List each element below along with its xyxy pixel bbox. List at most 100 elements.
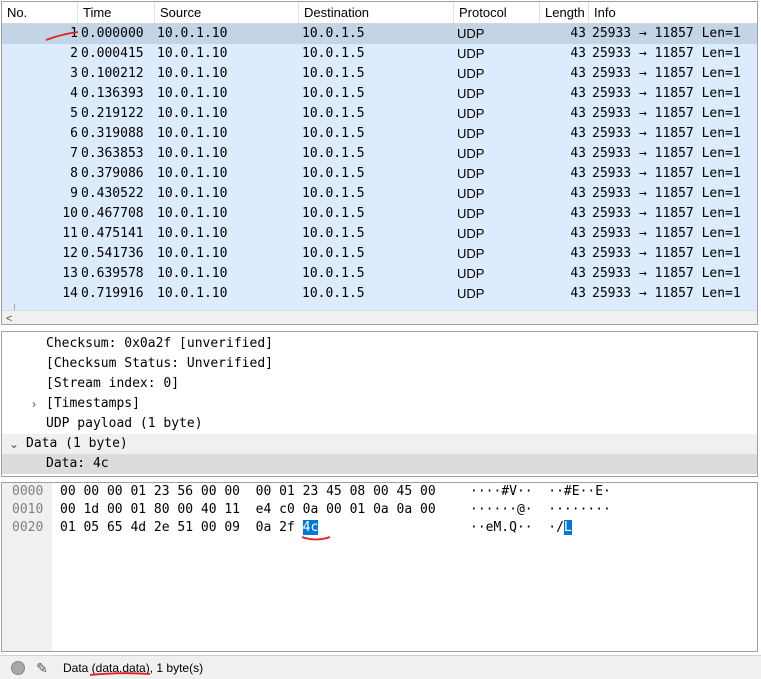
cell-destination: 10.0.1.5	[302, 86, 365, 101]
cell-info: 25933 → 11857 Len=1	[592, 166, 741, 181]
cell-length: 43	[570, 246, 586, 261]
cell-source: 10.0.1.10	[157, 46, 228, 61]
cell-time: 0.000000	[81, 26, 144, 41]
cell-length: 43	[570, 186, 586, 201]
cell-time: 0.379086	[81, 166, 144, 181]
packet-bytes-pane[interactable]: 0000 00 00 00 01 23 56 00 00 00 01 23 45…	[1, 482, 758, 652]
cell-source: 10.0.1.10	[157, 126, 228, 141]
table-row[interactable]: 14 0.719916 10.0.1.10 10.0.1.5 UDP 43 25933 → …	[2, 284, 757, 304]
cell-length: 43	[570, 286, 586, 301]
cell-time: 0.719916	[81, 286, 144, 301]
byte-offset: 0020	[12, 520, 44, 535]
packet-list-header: No. Time Source Destination Protocol Len…	[2, 2, 757, 24]
cell-protocol: UDP	[457, 86, 485, 101]
hex-bytes[interactable]: 00 00 00 01 23 56 00 00 00 01 23 45 08 0…	[60, 483, 436, 501]
column-header-length[interactable]: Length	[540, 2, 589, 24]
scroll-left-icon[interactable]: <	[6, 311, 12, 324]
cell-source: 10.0.1.10	[157, 106, 228, 121]
detail-checksum-text: Checksum: 0x0a2f [unverified]	[46, 336, 273, 351]
cell-source: 10.0.1.10	[157, 266, 228, 281]
cell-no: 2	[70, 46, 78, 61]
detail-udp-payload[interactable]: UDP payload (1 byte)	[2, 414, 757, 434]
packet-list-pane[interactable]: No. Time Source Destination Protocol Len…	[1, 1, 758, 325]
annotation-underline-row1	[45, 31, 79, 41]
table-row[interactable]: 11 0.475141 10.0.1.10 10.0.1.5 UDP 43 25933 → …	[2, 224, 757, 244]
ascii-byte-highlighted[interactable]: L	[563, 520, 572, 535]
cell-protocol: UDP	[457, 46, 485, 61]
ascii-bytes[interactable]: ····#V·· ··#E··E·	[470, 483, 611, 501]
hex-bytes[interactable]: 01 05 65 4d 2e 51 00 09 0a 2f 4c	[60, 519, 319, 537]
cell-no: 8	[70, 166, 78, 181]
bytes-row-0010: 0010 00 1d 00 01 80 00 40 11 e4 c0 0a 00…	[2, 501, 757, 519]
chevron-down-icon[interactable]: ⌄	[8, 434, 20, 454]
cell-time: 0.541736	[81, 246, 144, 261]
table-row[interactable]: 3 0.100212 10.0.1.10 10.0.1.5 UDP 43 25933 → 1…	[2, 64, 757, 84]
cell-no: 6	[70, 126, 78, 141]
cell-protocol: UDP	[457, 206, 485, 221]
table-row[interactable]: 5 0.219122 10.0.1.10 10.0.1.5 UDP 43 25933 → 1…	[2, 104, 757, 124]
cell-length: 43	[570, 46, 586, 61]
cell-time: 0.363853	[81, 146, 144, 161]
cell-no: 5	[70, 106, 78, 121]
detail-checksum[interactable]: Checksum: 0x0a2f [unverified]	[2, 334, 757, 354]
horizontal-scrollbar[interactable]: <	[2, 310, 757, 324]
cell-source: 10.0.1.10	[157, 226, 228, 241]
column-header-source[interactable]: Source	[155, 2, 299, 24]
cell-no: 14	[62, 286, 78, 301]
cell-info: 25933 → 11857 Len=1	[592, 86, 741, 101]
cell-length: 43	[570, 146, 586, 161]
cell-protocol: UDP	[457, 146, 485, 161]
cell-destination: 10.0.1.5	[302, 286, 365, 301]
table-row[interactable]: 4 0.136393 10.0.1.10 10.0.1.5 UDP 43 25933 → 1…	[2, 84, 757, 104]
hex-bytes[interactable]: 00 1d 00 01 80 00 40 11 e4 c0 0a 00 01 0…	[60, 501, 436, 519]
cell-time: 0.100212	[81, 66, 144, 81]
detail-timestamps[interactable]: › [Timestamps]	[2, 394, 757, 414]
cell-info: 25933 → 11857 Len=1	[592, 286, 741, 301]
cell-destination: 10.0.1.5	[302, 26, 365, 41]
table-row[interactable]: 12 0.541736 10.0.1.10 10.0.1.5 UDP 43 25933 → …	[2, 244, 757, 264]
cell-destination: 10.0.1.5	[302, 186, 365, 201]
column-header-destination[interactable]: Destination	[299, 2, 454, 24]
cell-no: 4	[70, 86, 78, 101]
cell-no: 10	[62, 206, 78, 221]
cell-time: 0.475141	[81, 226, 144, 241]
table-row[interactable]: 13 0.639578 10.0.1.10 10.0.1.5 UDP 43 25933 → …	[2, 264, 757, 284]
column-header-protocol[interactable]: Protocol	[454, 2, 540, 24]
cell-destination: 10.0.1.5	[302, 66, 365, 81]
cell-info: 25933 → 11857 Len=1	[592, 246, 741, 261]
detail-checksum-status[interactable]: [Checksum Status: Unverified]	[2, 354, 757, 374]
detail-data-header[interactable]: ⌄ Data (1 byte)	[2, 434, 757, 454]
detail-data-header-text: Data (1 byte)	[26, 436, 128, 451]
ascii-bytes[interactable]: ··eM.Q·· ·/L	[470, 519, 572, 537]
cell-length: 43	[570, 126, 586, 141]
cell-no: 9	[70, 186, 78, 201]
table-row[interactable]: 10 0.467708 10.0.1.10 10.0.1.5 UDP 43 25933 → …	[2, 204, 757, 224]
table-row[interactable]: 8 0.379086 10.0.1.10 10.0.1.5 UDP 43 25933 → 1…	[2, 164, 757, 184]
edit-comment-icon[interactable]: ✎	[33, 659, 51, 677]
ascii-bytes-prefix: ··eM.Q·· ·/	[470, 520, 564, 535]
cell-destination: 10.0.1.5	[302, 166, 365, 181]
cell-info: 25933 → 11857 Len=1	[592, 126, 741, 141]
byte-offset: 0010	[12, 502, 44, 517]
cell-destination: 10.0.1.5	[302, 46, 365, 61]
ascii-bytes[interactable]: ······@· ········	[470, 501, 611, 519]
table-row[interactable]: 6 0.319088 10.0.1.10 10.0.1.5 UDP 43 25933 → 1…	[2, 124, 757, 144]
cell-protocol: UDP	[457, 166, 485, 181]
column-header-info[interactable]: Info	[589, 2, 757, 24]
packet-details-pane[interactable]: Checksum: 0x0a2f [unverified] [Checksum …	[1, 331, 758, 477]
bytes-row-0000: 0000 00 00 00 01 23 56 00 00 00 01 23 45…	[2, 483, 757, 501]
expert-info-icon[interactable]	[11, 661, 25, 675]
cell-length: 43	[570, 166, 586, 181]
table-row[interactable]: 2 0.000415 10.0.1.10 10.0.1.5 UDP 43 25933 → 1…	[2, 44, 757, 64]
table-row[interactable]: 7 0.363853 10.0.1.10 10.0.1.5 UDP 43 25933 → 1…	[2, 144, 757, 164]
table-row[interactable]: 9 0.430522 10.0.1.10 10.0.1.5 UDP 43 25933 → 1…	[2, 184, 757, 204]
annotation-underline-status	[89, 672, 151, 676]
cell-time: 0.136393	[81, 86, 144, 101]
column-header-time[interactable]: Time	[78, 2, 155, 24]
chevron-right-icon[interactable]: ›	[28, 394, 40, 414]
column-header-no[interactable]: No.	[2, 2, 78, 24]
cell-length: 43	[570, 226, 586, 241]
table-row[interactable]: 1 0.000000 10.0.1.10 10.0.1.5 UDP 43 25933 → 1…	[2, 24, 757, 44]
detail-stream-index[interactable]: [Stream index: 0]	[2, 374, 757, 394]
detail-data-value[interactable]: Data: 4c	[2, 454, 757, 474]
